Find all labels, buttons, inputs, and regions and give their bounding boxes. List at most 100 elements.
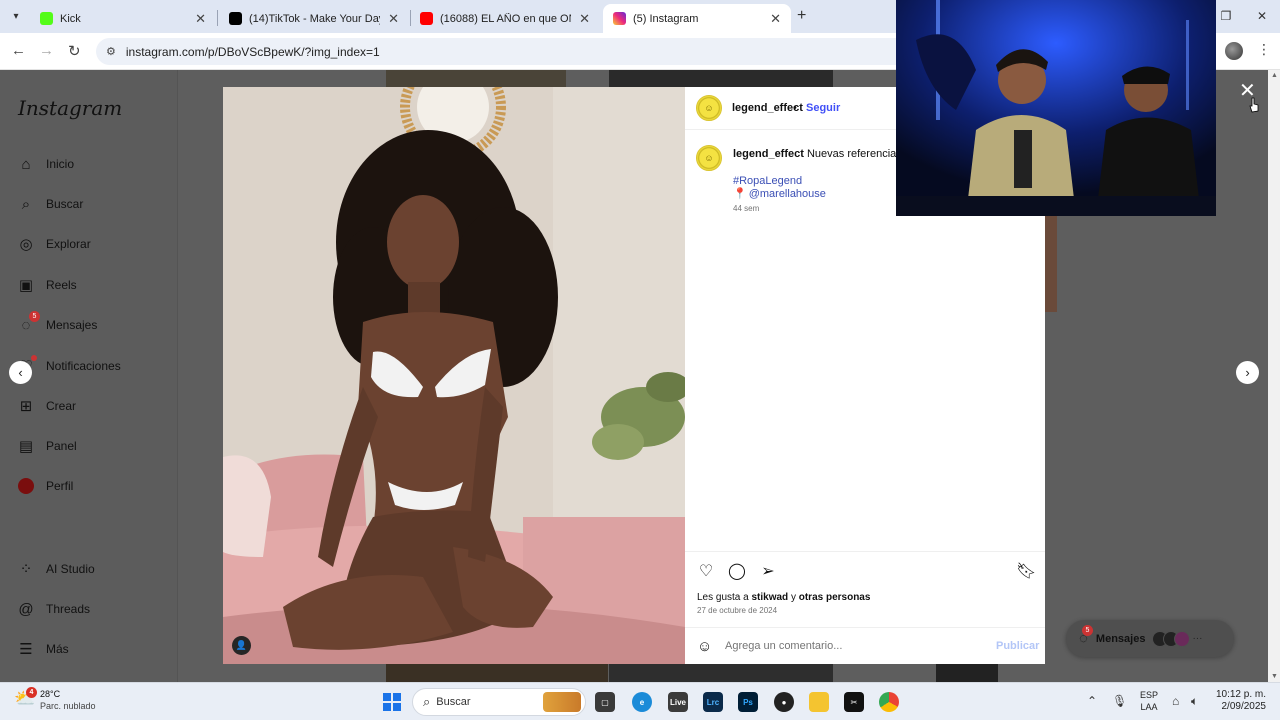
instagram-logo[interactable]: Instagram (18, 96, 122, 120)
sidebar-item-perfil[interactable]: Perfil (17, 477, 73, 495)
tray-overflow-chevron-icon[interactable]: ⌃ (1087, 694, 1097, 708)
tagged-users-icon[interactable]: 👤 (232, 636, 251, 655)
lightroom-classic-icon[interactable]: Lrc (703, 692, 723, 712)
volume-icon[interactable]: 🔈︎ (1191, 694, 1198, 709)
more-dots-icon: ··· (1192, 633, 1203, 644)
capcut-icon[interactable]: ✂ (844, 692, 864, 712)
network-icon[interactable]: ⌂ (1172, 694, 1179, 708)
clock-time: 10:12 p. m. (1215, 689, 1266, 700)
close-tab-icon[interactable]: ✕ (770, 11, 781, 27)
follow-button[interactable]: Seguir (806, 102, 840, 114)
close-tab-icon[interactable]: ✕ (579, 11, 590, 27)
messages-floating-button[interactable]: ◌ 5 Mensajes ··· (1066, 620, 1234, 657)
close-tab-icon[interactable]: ✕ (388, 11, 399, 27)
likes-mid: y (788, 592, 799, 603)
sidebar-item-buscar[interactable]: ⌕ Buscar (17, 195, 84, 213)
obs-studio-icon[interactable]: ● (774, 692, 794, 712)
caption-username[interactable]: legend_effect (733, 148, 804, 160)
new-tab-icon[interactable]: + (797, 7, 806, 25)
site-info-icon[interactable]: ⚙ (106, 45, 116, 58)
caption-author-avatar[interactable]: ☺ (696, 145, 722, 171)
forward-arrow-icon[interactable]: → (39, 42, 54, 59)
hashtag-link[interactable]: #RopaLegend (733, 175, 802, 187)
weather-badge: 4 (26, 687, 37, 698)
windows-start-icon[interactable] (383, 693, 401, 711)
live-app-icon[interactable]: Live (668, 692, 688, 712)
likes-summary[interactable]: Les gusta a stikwad y otras personas (697, 592, 870, 603)
edge-browser-icon[interactable]: e (632, 692, 652, 712)
microphone-icon[interactable]: 🎙︎ (1112, 694, 1127, 708)
post-actions: ♡ ◯ ➢ (696, 561, 778, 581)
post-photo (223, 87, 685, 664)
tab-youtube[interactable]: (16088) EL AÑO en que ONCE C ✕ (410, 4, 600, 33)
unread-badge: 5 (1081, 625, 1093, 636)
scroll-down-icon[interactable]: ▼ (1271, 673, 1278, 680)
emoji-icon[interactable]: ☺ (697, 638, 712, 655)
save-bookmark-icon[interactable]: 🔖︎ (1016, 561, 1036, 581)
sidebar-item-label: Buscar (46, 197, 84, 211)
file-explorer-icon[interactable] (809, 692, 829, 712)
system-clock[interactable]: 10:12 p. m. 2/09/2025 (1212, 689, 1266, 713)
weather-widget[interactable]: ⛅ 4 28°C Parc. nublado (14, 687, 96, 712)
author-avatar[interactable]: ☺ (696, 95, 722, 121)
close-window-icon[interactable]: ✕ (1244, 0, 1280, 33)
notification-dot (31, 355, 37, 361)
likes-others[interactable]: otras personas (799, 592, 871, 603)
chrome-browser-icon[interactable] (879, 692, 899, 712)
comment-composer: ☺ Publicar (685, 627, 1045, 664)
home-icon: ⌂ (21, 155, 31, 173)
url-text: instagram.com/p/DBoVScBpewK/?img_index=1 (125, 44, 380, 59)
tab-tiktok[interactable]: (14)TikTok - Make Your Day ✕ (219, 4, 409, 33)
sidebar-item-crear[interactable]: ⊞ Crear (17, 397, 76, 415)
input-language[interactable]: ESP LAA (1140, 689, 1158, 713)
sidebar-item-threads[interactable]: @ Threads (17, 600, 90, 618)
sidebar-item-reels[interactable]: ▣ Reels (17, 276, 77, 294)
publish-button[interactable]: Publicar (996, 640, 1039, 652)
page-scrollbar[interactable]: ▲ ▼ (1268, 70, 1280, 682)
lang-region: LAA (1140, 702, 1158, 712)
search-icon: ⌕ (21, 195, 31, 213)
reels-icon: ▣ (18, 277, 34, 294)
photoshop-icon[interactable]: Ps (738, 692, 758, 712)
post-image[interactable]: › 👤 (223, 87, 685, 664)
search-icon: ⌕ (423, 694, 431, 709)
share-send-icon[interactable]: ➢ (758, 561, 778, 581)
feed-thumbnail (609, 70, 833, 88)
previous-post-chevron-icon[interactable]: ‹ (9, 361, 32, 384)
likes-user[interactable]: stikwad (751, 592, 788, 603)
mention-link[interactable]: 📍 @marellahouse (733, 187, 826, 200)
temperature: 28°C (40, 689, 61, 699)
messages-label: Mensajes (1095, 632, 1146, 645)
reload-icon[interactable]: ↻ (68, 42, 81, 60)
like-heart-icon[interactable]: ♡ (696, 561, 716, 581)
tab-kick[interactable]: Kick ✕ (30, 4, 216, 33)
chat-avatar (1174, 630, 1191, 647)
sidebar-item-mensajes[interactable]: ◌ 5 Mensajes (17, 311, 97, 334)
back-arrow-icon[interactable]: ← (11, 42, 26, 59)
tab-instagram[interactable]: (5) Instagram ✕ (603, 4, 791, 33)
tab-title: (14)TikTok - Make Your Day (249, 12, 381, 25)
next-post-chevron-icon[interactable]: › (1236, 361, 1259, 384)
sidebar-item-explorar[interactable]: ◎ Explorar (17, 235, 90, 253)
ai-studio-icon: ⁘ (19, 561, 33, 578)
browser-menu-kebab-icon[interactable]: ⋮ (1257, 41, 1271, 58)
tab-search-chevron-icon[interactable]: ▾ (7, 7, 25, 25)
messenger-icon: ◌ 5 (1079, 625, 1093, 647)
close-tab-icon[interactable]: ✕ (195, 11, 206, 27)
mouse-cursor-hand-icon (1249, 97, 1259, 113)
partly-cloudy-icon: ⛅ 4 (14, 687, 37, 708)
messenger-icon: ◌ 5 (17, 311, 40, 334)
browser-profile-avatar[interactable] (1225, 42, 1243, 60)
threads-icon: @ (18, 600, 34, 618)
sidebar-item-notificaciones[interactable]: ♡ Notificaciones (17, 355, 121, 375)
comment-input[interactable] (725, 640, 985, 652)
comment-bubble-icon[interactable]: ◯ (727, 561, 747, 581)
sidebar-item-panel[interactable]: ▤ Panel (17, 437, 77, 455)
scroll-up-icon[interactable]: ▲ (1271, 72, 1278, 79)
sidebar-item-mas[interactable]: ☰ Más (17, 640, 68, 658)
task-view-icon[interactable]: ▢ (595, 692, 615, 712)
sidebar-item-ai-studio[interactable]: ⁘ AI Studio (17, 560, 95, 578)
search-highlight-image (543, 692, 581, 712)
taskbar-search[interactable]: ⌕ Buscar (412, 688, 586, 716)
sidebar-item-inicio[interactable]: ⌂ Inicio (17, 155, 74, 173)
